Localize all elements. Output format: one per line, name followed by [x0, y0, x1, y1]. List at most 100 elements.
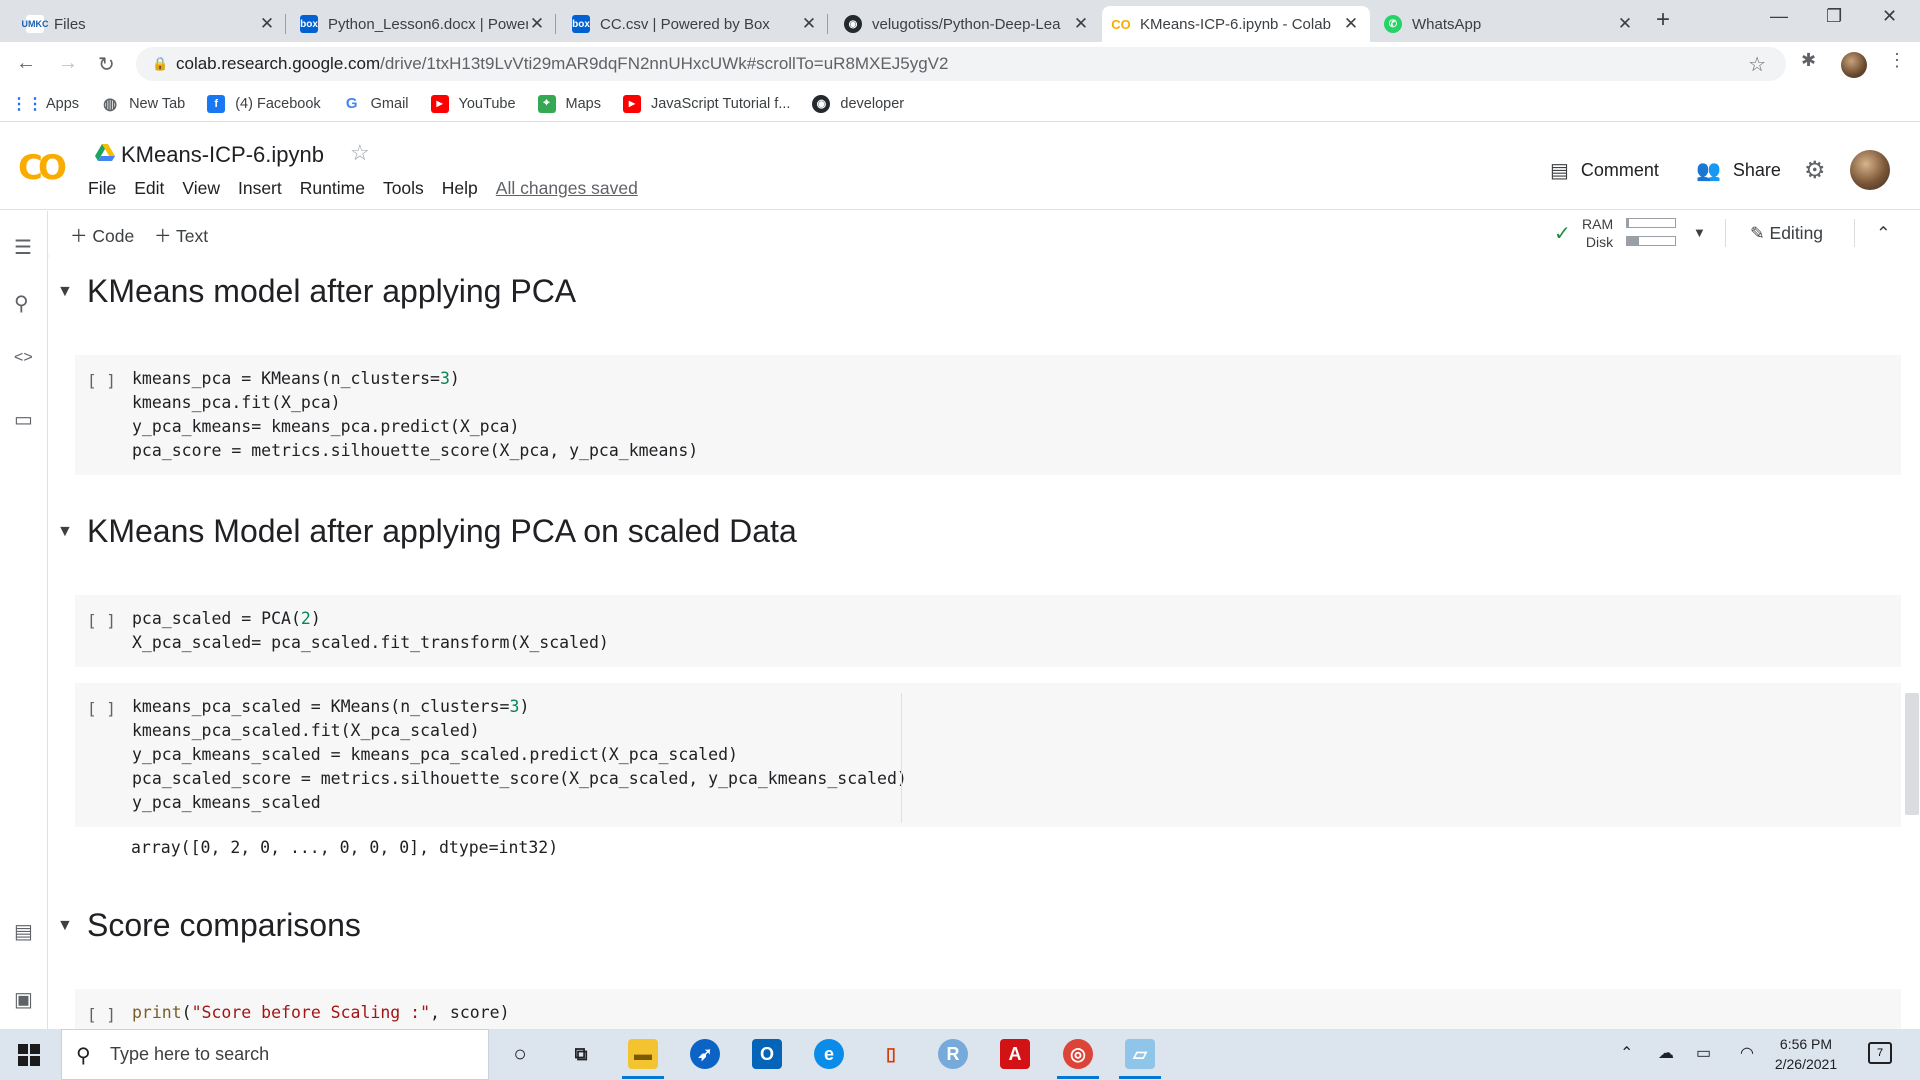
taskbar-clock[interactable]: 6:56 PM 2/26/2021	[1770, 1034, 1842, 1074]
restore-icon[interactable]: ❐	[1826, 6, 1842, 27]
cortana-icon[interactable]: ○	[505, 1039, 535, 1069]
globe-icon: ◍	[103, 95, 118, 113]
menu-help[interactable]: Help	[442, 178, 478, 199]
run-cell-button[interactable]: [ ]	[87, 611, 116, 630]
save-status[interactable]: All changes saved	[496, 178, 638, 199]
close-tab-icon[interactable]: ✕	[1072, 14, 1090, 34]
code-editor[interactable]: pca_scaled = PCA(2) X_pca_scaled= pca_sc…	[132, 607, 609, 655]
collapse-section-icon[interactable]: ▼	[57, 917, 87, 935]
table-of-contents-icon[interactable]: ☰	[14, 235, 32, 260]
code-editor[interactable]: print("Score before Scaling :", score)	[132, 1001, 510, 1025]
battery-icon[interactable]: ▭	[1696, 1043, 1711, 1063]
bookmark-gmail[interactable]: G Gmail	[343, 95, 409, 113]
whatsapp-icon: ✆	[1384, 15, 1402, 33]
notebook-scrollbar[interactable]	[1905, 693, 1919, 815]
bookmark-star-icon[interactable]: ☆	[1748, 52, 1766, 77]
bookmark-new-tab[interactable]: ◍ New Tab	[101, 95, 185, 113]
taskbar-search-box[interactable]: ⚲ Type here to search	[61, 1029, 489, 1080]
menu-edit[interactable]: Edit	[134, 178, 164, 199]
section-heading-pca-scaled[interactable]: ▼ KMeans Model after applying PCA on sca…	[57, 513, 797, 550]
code-snippets-icon[interactable]: <>	[14, 349, 33, 367]
collapse-section-icon[interactable]: ▼	[57, 523, 87, 541]
add-text-button[interactable]: ＋ Text	[154, 223, 208, 248]
browser-tab-cc-csv[interactable]: box CC.csv | Powered by Box ✕	[562, 6, 828, 42]
browser-menu-icon[interactable]: ⋮	[1888, 50, 1906, 71]
menu-file[interactable]: File	[88, 178, 116, 199]
code-cell-pca-scaled[interactable]: [ ] pca_scaled = PCA(2) X_pca_scaled= pc…	[75, 595, 1901, 667]
add-code-button[interactable]: ＋ Code	[70, 223, 134, 248]
close-window-icon[interactable]: ✕	[1882, 6, 1897, 27]
menu-tools[interactable]: Tools	[383, 178, 424, 199]
star-notebook-icon[interactable]: ☆	[350, 140, 370, 166]
colab-logo[interactable]: CO	[18, 148, 67, 188]
editing-mode-button[interactable]: ✎ Editing	[1750, 223, 1823, 244]
safari-app-icon[interactable]: ➶	[690, 1039, 720, 1069]
onedrive-icon[interactable]: ☁	[1658, 1043, 1674, 1063]
file-explorer-icon[interactable]: ▬	[628, 1039, 658, 1069]
windows-start-icon[interactable]	[18, 1044, 40, 1066]
resources-dropdown-icon[interactable]: ▼	[1693, 225, 1706, 240]
bookmark-facebook[interactable]: f (4) Facebook	[207, 94, 321, 113]
settings-gear-icon[interactable]: ⚙	[1804, 156, 1826, 185]
forward-icon[interactable]: →	[58, 52, 78, 75]
close-tab-icon[interactable]: ✕	[528, 14, 546, 34]
back-icon[interactable]: ←	[16, 52, 36, 75]
run-cell-button[interactable]: [ ]	[87, 371, 116, 390]
terminal-icon[interactable]: ▣	[14, 987, 33, 1012]
code-editor[interactable]: kmeans_pca_scaled = KMeans(n_clusters=3)…	[132, 695, 907, 815]
browser-tab-colab[interactable]: CO KMeans-ICP-6.ipynb - Colab ✕	[1102, 6, 1370, 42]
new-tab-button[interactable]: +	[1656, 6, 1670, 34]
close-tab-icon[interactable]: ✕	[258, 14, 276, 34]
menu-runtime[interactable]: Runtime	[300, 178, 365, 199]
share-button[interactable]: 👥 Share	[1696, 158, 1781, 183]
notepad-icon[interactable]: ▱	[1125, 1039, 1155, 1069]
bookmark-maps[interactable]: ⌖ Maps	[537, 94, 601, 113]
files-folder-icon[interactable]: ▭	[14, 407, 33, 432]
profile-avatar[interactable]	[1841, 52, 1867, 78]
browser-tab-python-lesson[interactable]: box Python_Lesson6.docx | Power ✕	[290, 6, 556, 42]
close-tab-icon[interactable]: ✕	[800, 14, 818, 34]
run-cell-button[interactable]: [ ]	[87, 1005, 116, 1024]
resource-labels[interactable]: RAM Disk	[1582, 215, 1613, 251]
minimize-icon[interactable]: —	[1770, 6, 1788, 27]
extensions-icon[interactable]: ✱	[1801, 50, 1816, 71]
bookmark-youtube[interactable]: ▶ YouTube	[430, 94, 516, 113]
bookmark-developer[interactable]: ◉ developer	[812, 94, 904, 113]
bookmark-apps[interactable]: ⋮⋮ Apps	[11, 95, 79, 113]
code-cell-kmeans-pca-scaled[interactable]: [ ] kmeans_pca_scaled = KMeans(n_cluster…	[75, 683, 1901, 827]
section-heading-pca[interactable]: ▼ KMeans model after applying PCA	[57, 273, 576, 310]
code-cell-kmeans-pca[interactable]: [ ] kmeans_pca = KMeans(n_clusters=3) km…	[75, 355, 1901, 475]
menu-insert[interactable]: Insert	[238, 178, 282, 199]
r-app-icon[interactable]: R	[938, 1039, 968, 1069]
task-view-icon[interactable]: ⧉	[566, 1039, 596, 1069]
collapse-section-icon[interactable]: ▼	[57, 283, 87, 301]
notebook-title[interactable]: KMeans-ICP-6.ipynb	[121, 142, 324, 168]
chrome-icon[interactable]: ◎	[1063, 1039, 1093, 1069]
office-icon[interactable]: ▯	[876, 1039, 906, 1069]
acrobat-icon[interactable]: A	[1000, 1039, 1030, 1069]
section-heading-score-comparisons[interactable]: ▼ Score comparisons	[57, 907, 361, 944]
notifications-icon[interactable]: 7	[1868, 1042, 1892, 1064]
browser-tab-github[interactable]: ◉ velugotiss/Python-Deep-Lea ✕	[834, 6, 1100, 42]
comment-button[interactable]: ▤ Comment	[1550, 158, 1659, 183]
address-bar[interactable]: 🔒 colab.research.google.com/drive/1txH13…	[136, 47, 1786, 81]
close-tab-icon[interactable]: ✕	[1342, 14, 1360, 34]
search-icon: ⚲	[76, 1045, 91, 1067]
tray-overflow-icon[interactable]: ⌃	[1620, 1043, 1633, 1063]
bookmark-javascript-tutorial[interactable]: ▶ JavaScript Tutorial f...	[622, 94, 790, 113]
outlook-icon[interactable]: O	[752, 1039, 782, 1069]
browser-tab-files[interactable]: UMKC Files ✕	[16, 6, 286, 42]
search-icon[interactable]: ⚲	[14, 291, 29, 316]
wifi-icon[interactable]: ◠	[1740, 1043, 1754, 1063]
menu-view[interactable]: View	[182, 178, 220, 199]
collapse-header-icon[interactable]: ⌃	[1876, 223, 1891, 244]
command-palette-icon[interactable]: ▤	[14, 919, 33, 944]
account-avatar[interactable]	[1850, 150, 1890, 190]
code-cell-score-print[interactable]: [ ] print("Score before Scaling :", scor…	[75, 989, 1901, 1029]
browser-tab-whatsapp[interactable]: ✆ WhatsApp ✕	[1374, 6, 1644, 42]
reload-icon[interactable]: ↻	[98, 52, 115, 77]
run-cell-button[interactable]: [ ]	[87, 699, 116, 718]
code-editor[interactable]: kmeans_pca = KMeans(n_clusters=3) kmeans…	[132, 367, 698, 463]
edge-icon[interactable]: e	[814, 1039, 844, 1069]
close-tab-icon[interactable]: ✕	[1616, 14, 1634, 34]
